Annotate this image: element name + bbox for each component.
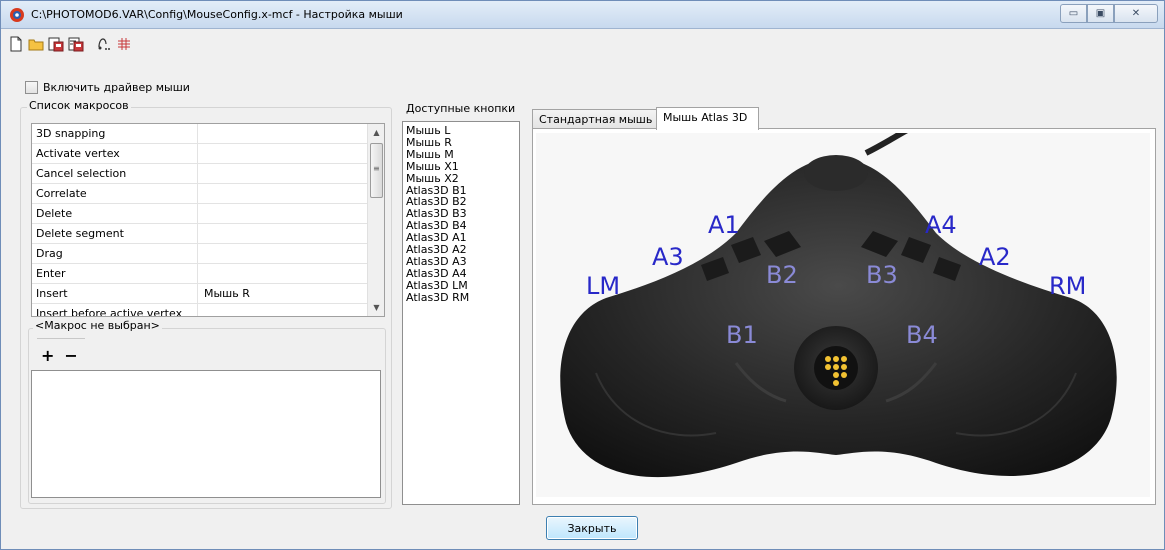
test-icon	[98, 38, 110, 50]
label-b4: B4	[906, 321, 938, 349]
table-row[interactable]: 3D snapping	[32, 124, 384, 144]
divider	[37, 338, 85, 339]
label-lm: LM	[586, 272, 621, 300]
label-b1: B1	[726, 321, 758, 349]
table-row[interactable]: Cancel selection	[32, 164, 384, 184]
toolbar	[7, 34, 133, 54]
driver-toggle[interactable]: Включить драйвер мыши	[25, 81, 190, 94]
label-rm: RM	[1049, 272, 1087, 300]
minimize-button[interactable]: ▭	[1060, 4, 1087, 23]
table-row[interactable]: Enter	[32, 264, 384, 284]
scroll-thumb[interactable]: ≡	[370, 143, 383, 198]
available-buttons-list[interactable]: Мышь L Мышь R Мышь M Мышь X1 Мышь X2 Atlas3D …	[402, 121, 520, 505]
remove-step-button[interactable]: −	[64, 346, 77, 365]
table-row[interactable]: Insert before active vertex	[32, 304, 384, 316]
label-a4: A4	[925, 211, 957, 239]
scroll-up-icon[interactable]: ▲	[368, 124, 384, 141]
save-as-icon	[68, 37, 84, 52]
macro-list-label: Список макросов	[27, 99, 131, 112]
macro-name: Drag	[32, 244, 198, 263]
macro-steps-editor[interactable]	[31, 370, 381, 498]
macro-name: Insert	[32, 284, 198, 303]
add-step-button[interactable]: +	[41, 346, 54, 365]
driver-checkbox[interactable]	[25, 81, 38, 94]
macro-key	[198, 224, 384, 243]
maximize-button[interactable]: ▣	[1087, 4, 1114, 23]
list-item[interactable]: Atlas3D A4	[406, 267, 516, 280]
macro-name: Insert before active vertex	[32, 304, 198, 316]
macro-key	[198, 304, 384, 316]
mouse-config-window: C:\PHOTOMOD6.VAR\Config\MouseConfig.x-mc…	[0, 0, 1165, 550]
list-item[interactable]: Atlas3D RM	[406, 291, 516, 304]
scroll-down-icon[interactable]: ▼	[368, 299, 384, 316]
macro-name: Delete	[32, 204, 198, 223]
grid-icon	[118, 38, 130, 50]
table-row[interactable]: Delete	[32, 204, 384, 224]
list-item[interactable]: Atlas3D LM	[406, 279, 516, 292]
save-icon	[48, 37, 64, 52]
label-b3: B3	[866, 261, 898, 289]
title-bar[interactable]: C:\PHOTOMOD6.VAR\Config\MouseConfig.x-mc…	[1, 1, 1164, 29]
list-item[interactable]: Мышь X1	[406, 160, 516, 173]
macro-key	[198, 244, 384, 263]
list-item[interactable]: Мышь M	[406, 148, 516, 161]
save-as-button[interactable]	[67, 35, 85, 53]
macro-key	[198, 204, 384, 223]
driver-label: Включить драйвер мыши	[43, 81, 190, 94]
label-b2: B2	[766, 261, 798, 289]
tab-atlas-3d[interactable]: Мышь Atlas 3D	[656, 107, 759, 130]
macro-key	[198, 264, 384, 283]
maximize-icon: ▣	[1095, 8, 1106, 19]
macro-name: 3D snapping	[32, 124, 198, 143]
macro-name: Enter	[32, 264, 198, 283]
atlas-mouse-drawing	[536, 133, 1150, 497]
label-a1: A1	[708, 211, 740, 239]
selected-macro-label: <Макрос не выбран>	[33, 319, 162, 332]
table-row[interactable]: Drag	[32, 244, 384, 264]
macro-name: Correlate	[32, 184, 198, 203]
macro-key	[198, 184, 384, 203]
label-a2: A2	[979, 243, 1011, 271]
macro-key	[198, 164, 384, 183]
window-title: C:\PHOTOMOD6.VAR\Config\MouseConfig.x-mc…	[31, 8, 403, 21]
close-window-button[interactable]: ✕	[1114, 4, 1158, 23]
new-file-button[interactable]	[7, 35, 25, 53]
table-row[interactable]: Insert Мышь R	[32, 284, 384, 304]
list-item[interactable]: Мышь X2	[406, 172, 516, 185]
open-folder-icon	[28, 39, 44, 51]
table-row[interactable]: Delete segment	[32, 224, 384, 244]
minimize-icon: ▭	[1068, 8, 1079, 19]
macro-list-scrollbar[interactable]: ▲ ≡ ▼	[367, 124, 384, 316]
scroll-grip-icon: ≡	[373, 164, 380, 173]
macro-name: Cancel selection	[32, 164, 198, 183]
macro-key: Мышь R	[204, 287, 250, 300]
close-icon: ✕	[1131, 8, 1141, 19]
test-mouse-button[interactable]	[95, 35, 113, 53]
new-file-icon	[10, 36, 22, 52]
label-a3: A3	[652, 243, 684, 271]
atlas-mouse-image: A1 A3 LM A4 A2 RM B2 B3 B1 B4	[536, 133, 1150, 497]
save-button[interactable]	[47, 35, 65, 53]
macro-table[interactable]: 3D snapping Activate vertex Cancel selec…	[31, 123, 385, 317]
macro-name: Delete segment	[32, 224, 198, 243]
macro-key	[198, 124, 384, 143]
table-row[interactable]: Correlate	[32, 184, 384, 204]
table-row[interactable]: Activate vertex	[32, 144, 384, 164]
app-icon	[10, 8, 24, 22]
available-buttons-label: Доступные кнопки	[404, 102, 518, 115]
open-button[interactable]	[27, 35, 45, 53]
grid-button[interactable]	[115, 35, 133, 53]
tab-standard-mouse[interactable]: Стандартная мышь	[532, 109, 657, 129]
macro-key	[198, 144, 384, 163]
close-button[interactable]: Закрыть	[546, 516, 638, 540]
macro-name: Activate vertex	[32, 144, 198, 163]
